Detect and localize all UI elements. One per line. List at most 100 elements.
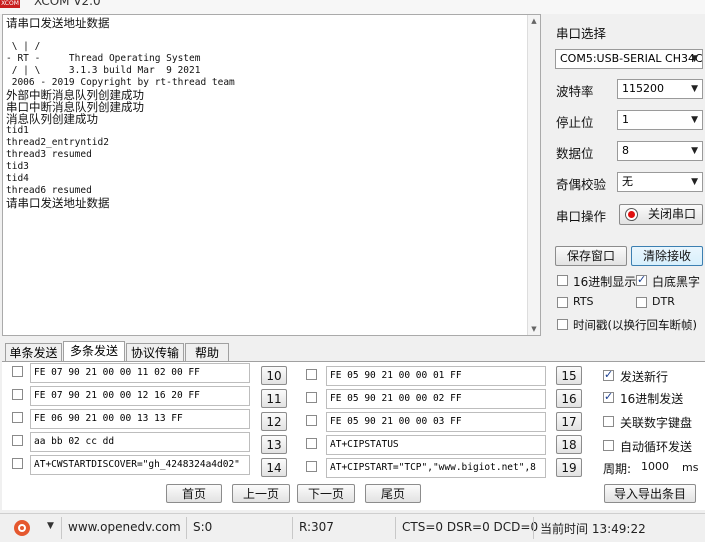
receive-line: tid1: [6, 125, 29, 136]
scroll-up-icon[interactable]: ▲: [528, 15, 540, 27]
port-label: 串口选择: [556, 26, 607, 41]
chevron-down-icon: ▼: [691, 146, 698, 156]
hex-display-label: 16进制显示: [573, 275, 637, 289]
tab-multi-send[interactable]: 多条发送: [63, 341, 125, 362]
multi-row-send-button[interactable]: 16: [556, 389, 582, 408]
multi-row-input[interactable]: FE 07 90 21 00 00 12 16 20 FF: [30, 386, 250, 406]
auto-loop-checkbox[interactable]: [603, 440, 614, 451]
receive-line: 请串口发送地址数据: [6, 196, 110, 210]
receive-line: \ | /: [6, 41, 41, 52]
rts-checkbox[interactable]: [557, 297, 568, 308]
multi-row-input[interactable]: aa bb 02 cc dd: [30, 432, 250, 452]
receive-line: thread2_entryntid2: [6, 137, 109, 148]
multi-row-send-button[interactable]: 18: [556, 435, 582, 454]
multi-row-input[interactable]: FE 05 90 21 00 00 02 FF: [326, 389, 546, 409]
stopbits-select[interactable]: 1 ▼: [617, 110, 703, 130]
multi-row-checkbox[interactable]: [12, 412, 23, 423]
clear-receive-button[interactable]: 清除接收: [631, 246, 703, 266]
multi-row-send-button[interactable]: 12: [261, 412, 287, 431]
multi-row-send-button[interactable]: 17: [556, 412, 582, 431]
receive-line: thread3 resumed: [6, 149, 92, 160]
multi-row-send-button[interactable]: 10: [261, 366, 287, 385]
received-count: R:307: [299, 520, 334, 534]
multi-row-checkbox[interactable]: [306, 392, 317, 403]
receive-area[interactable]: 请串口发送地址数据 \ | / - RT - Thread Operating S…: [2, 14, 541, 336]
databits-select[interactable]: 8 ▼: [617, 141, 703, 161]
tab-protocol[interactable]: 协议传输: [126, 343, 184, 362]
multi-row-send-button[interactable]: 19: [556, 458, 582, 477]
multi-row-checkbox[interactable]: [306, 438, 317, 449]
stopbits-value: 1: [622, 113, 629, 126]
receive-line: tid3: [6, 161, 29, 172]
last-page-button[interactable]: 尾页: [365, 484, 421, 503]
white-black-label: 白底黑字: [652, 275, 701, 289]
rts-label: RTS: [573, 295, 594, 308]
close-port-label: 关闭串口: [647, 207, 696, 221]
tab-help[interactable]: 帮助: [185, 343, 229, 362]
send-newline-checkbox[interactable]: [603, 368, 614, 381]
chevron-down-icon: ▼: [691, 84, 698, 94]
numpad-label: 关联数字键盘: [620, 416, 693, 430]
multi-row-input[interactable]: FE 05 90 21 00 00 01 FF: [326, 366, 546, 386]
current-time: 当前时间 13:49:22: [540, 522, 646, 536]
hex-send-label: 16进制发送: [620, 392, 684, 406]
chevron-down-icon: ▼: [691, 177, 698, 187]
stopbits-label: 停止位: [556, 115, 594, 130]
period-unit: ms: [682, 461, 699, 474]
hex-send-checkbox[interactable]: [603, 390, 614, 403]
hex-display-checkbox[interactable]: [557, 275, 568, 286]
receive-scrollbar[interactable]: ▲ ▼: [527, 15, 540, 335]
timestamp-checkbox[interactable]: [557, 319, 568, 330]
multi-row-checkbox[interactable]: [12, 435, 23, 446]
scroll-down-icon[interactable]: ▼: [528, 323, 540, 335]
multi-row-checkbox[interactable]: [12, 366, 23, 377]
first-page-button[interactable]: 首页: [166, 484, 222, 503]
send-newline-label: 发送新行: [620, 370, 669, 384]
website-link[interactable]: www.openedv.com: [68, 520, 181, 534]
multi-row-checkbox[interactable]: [12, 458, 23, 469]
tab-single-send[interactable]: 单条发送: [5, 343, 62, 362]
multi-row-checkbox[interactable]: [306, 461, 317, 472]
multi-row-input[interactable]: FE 05 90 21 00 00 03 FF: [326, 412, 546, 432]
multi-row-checkbox[interactable]: [306, 369, 317, 380]
multi-row-input[interactable]: AT+CIPSTATUS: [326, 435, 546, 455]
sent-count: S:0: [193, 520, 213, 534]
parity-select[interactable]: 无 ▼: [617, 172, 703, 192]
receive-line: 请串口发送地址数据: [6, 16, 110, 30]
prev-page-button[interactable]: 上一页: [232, 484, 290, 503]
timestamp-label: 时间戳(以换行回车断帧): [573, 318, 697, 332]
multi-row-send-button[interactable]: 11: [261, 389, 287, 408]
receive-line: [6, 29, 235, 41]
port-select[interactable]: COM5:USB-SERIAL CH34C ▼: [555, 49, 703, 69]
white-black-checkbox[interactable]: [636, 273, 647, 286]
multi-row-send-button[interactable]: 15: [556, 366, 582, 385]
multi-row-checkbox[interactable]: [12, 389, 23, 400]
period-input[interactable]: 1000: [641, 460, 677, 476]
import-export-button[interactable]: 导入导出条目: [604, 484, 696, 503]
close-port-button[interactable]: 关闭串口: [619, 204, 703, 225]
numpad-checkbox[interactable]: [603, 416, 614, 427]
line-status: CTS=0 DSR=0 DCD=0: [402, 520, 539, 534]
chevron-down-icon: ▼: [691, 115, 698, 125]
multi-row-input[interactable]: FE 07 90 21 00 00 11 02 00 FF: [30, 363, 250, 383]
status-bar: ▼ www.openedv.com S:0 R:307 CTS=0 DSR=0 …: [0, 513, 705, 542]
multi-row-send-button[interactable]: 13: [261, 435, 287, 454]
multi-row-input[interactable]: AT+CWSTARTDISCOVER="gh_4248324a4d02": [30, 455, 250, 475]
menu-chevron-icon[interactable]: ▼: [47, 521, 54, 531]
dtr-checkbox[interactable]: [636, 297, 647, 308]
window-title: XCOM V2.0: [34, 0, 101, 8]
parity-value: 无: [622, 175, 633, 188]
parity-label: 奇偶校验: [556, 177, 607, 192]
baud-select[interactable]: 115200 ▼: [617, 79, 703, 99]
next-page-button[interactable]: 下一页: [297, 484, 355, 503]
multi-row-checkbox[interactable]: [306, 415, 317, 426]
app-logo: XCOM: [0, 0, 20, 8]
port-status-dot: [628, 211, 635, 218]
receive-line: 消息队列创建成功: [6, 112, 98, 126]
multi-row-send-button[interactable]: 14: [261, 458, 287, 477]
save-window-button[interactable]: 保存窗口: [555, 246, 627, 266]
multi-row-input[interactable]: AT+CIPSTART="TCP","www.bigiot.net",8: [326, 458, 546, 478]
receive-text: 请串口发送地址数据 \ | / - RT - Thread Operating S…: [6, 17, 235, 209]
settings-icon[interactable]: [14, 520, 30, 536]
multi-row-input[interactable]: FE 06 90 21 00 00 13 13 FF: [30, 409, 250, 429]
